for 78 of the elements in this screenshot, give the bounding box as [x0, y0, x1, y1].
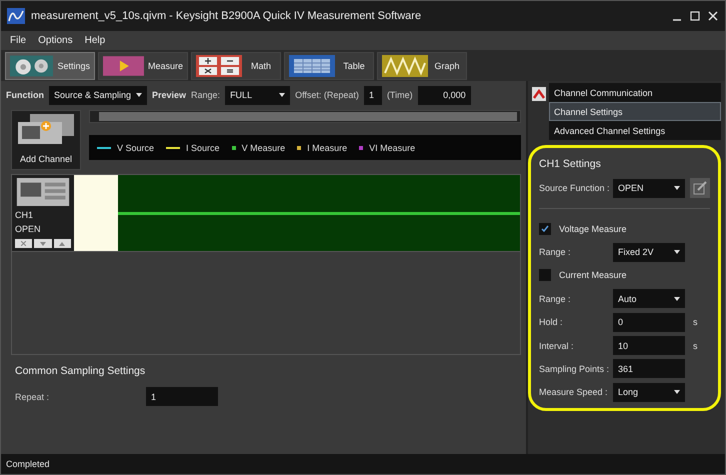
instrument-icon: [15, 178, 71, 206]
preview-label: Preview: [152, 90, 186, 100]
wave-icon: [382, 54, 428, 76]
range-dropdown[interactable]: FULL: [225, 86, 290, 104]
remove-button[interactable]: [15, 239, 32, 248]
close-icon[interactable]: [707, 10, 719, 22]
dropdown[interactable]: Long: [613, 382, 685, 402]
status-text: Completed: [6, 459, 50, 469]
field-label: Range :: [539, 247, 572, 258]
settings-tab[interactable]: Channel Settings: [549, 102, 721, 121]
legend-label: I Measure: [307, 142, 348, 152]
checkmark-icon: [541, 224, 549, 233]
caret-up-icon: [59, 242, 66, 246]
legend-label: I Source: [186, 142, 220, 152]
edit-button[interactable]: [690, 178, 710, 198]
range-label: Range:: [191, 90, 220, 100]
caret-icon: [674, 390, 680, 394]
legend-label: V Measure: [242, 142, 286, 152]
panel-title: CH1 Settings: [539, 158, 602, 170]
unit-label: s: [693, 317, 698, 328]
function-label: Function: [6, 90, 44, 100]
input-field[interactable]: 361: [613, 359, 685, 378]
legend-label: V Source: [117, 142, 154, 152]
caret-icon: [674, 186, 680, 190]
toolbar-button[interactable]: Math: [191, 52, 281, 80]
repeat-field[interactable]: 1: [146, 387, 218, 406]
play-icon: [103, 54, 144, 76]
window-title: measurement_v5_10s.qivm - Keysight B2900A Quick IV Measurement Software: [31, 10, 422, 22]
offset-label: Offset: (Repeat): [295, 90, 359, 100]
legend-label: VI Measure: [369, 142, 416, 152]
grid-icon: [289, 54, 335, 76]
time-label: (Time): [386, 90, 413, 100]
field-label: Sampling Points :: [539, 364, 610, 374]
toolbar-button[interactable]: Measure: [98, 52, 188, 80]
toolbar-button[interactable]: Graph: [377, 52, 467, 80]
app-logo-icon: [7, 8, 25, 24]
edit-icon: [692, 180, 708, 196]
menu-item[interactable]: Options: [38, 35, 73, 46]
channel-state: OPEN: [15, 224, 42, 234]
function-dropdown[interactable]: Source & Sampling: [49, 86, 147, 104]
dropdown[interactable]: Auto: [613, 289, 685, 308]
field-label: Source Function :: [539, 183, 611, 193]
checkbox[interactable]: [539, 222, 551, 235]
caret-icon: [279, 93, 286, 97]
input-field[interactable]: 10: [613, 336, 685, 356]
channel-card[interactable]: CH1 OPEN: [12, 175, 74, 251]
horizontal-scrollbar[interactable]: [89, 110, 521, 123]
input-field[interactable]: 0: [613, 312, 685, 332]
calculator-icon: [196, 54, 242, 76]
field-label: Hold :: [539, 317, 564, 328]
offset-field[interactable]: 1: [364, 86, 382, 104]
field-label: Range :: [539, 294, 572, 304]
section-title: Common Sampling Settings: [15, 365, 146, 377]
toolbar-button[interactable]: Settings: [5, 52, 95, 80]
move-up-button[interactable]: [54, 239, 71, 248]
field-label: Interval :: [539, 340, 575, 351]
field-label: Measure Speed :: [539, 387, 609, 398]
caret-down-icon: [40, 242, 46, 246]
checkbox-label: Voltage Measure: [559, 224, 627, 234]
caret-icon: [674, 250, 680, 254]
add-channel-button[interactable]: Add Channel: [11, 110, 81, 170]
unit-label: s: [693, 340, 698, 351]
channel-name: CH1: [15, 210, 34, 220]
caret-icon: [136, 93, 142, 97]
maximize-icon[interactable]: [689, 10, 701, 22]
dropdown[interactable]: Fixed 2V: [613, 242, 685, 262]
gears-icon: [10, 54, 54, 76]
close-icon: [21, 241, 26, 246]
menu-item[interactable]: File: [10, 35, 26, 46]
field-label: Repeat :: [15, 392, 50, 402]
source-function-dropdown[interactable]: OPEN: [613, 178, 685, 198]
caret-icon: [674, 296, 680, 301]
instrument-plus-icon: [16, 114, 76, 146]
checkbox[interactable]: [539, 269, 551, 282]
time-field[interactable]: 0,000: [418, 86, 471, 104]
checkbox-label: Current Measure: [559, 270, 627, 280]
menu-item[interactable]: Help: [84, 35, 106, 46]
toolbar-button[interactable]: Table: [284, 52, 374, 80]
